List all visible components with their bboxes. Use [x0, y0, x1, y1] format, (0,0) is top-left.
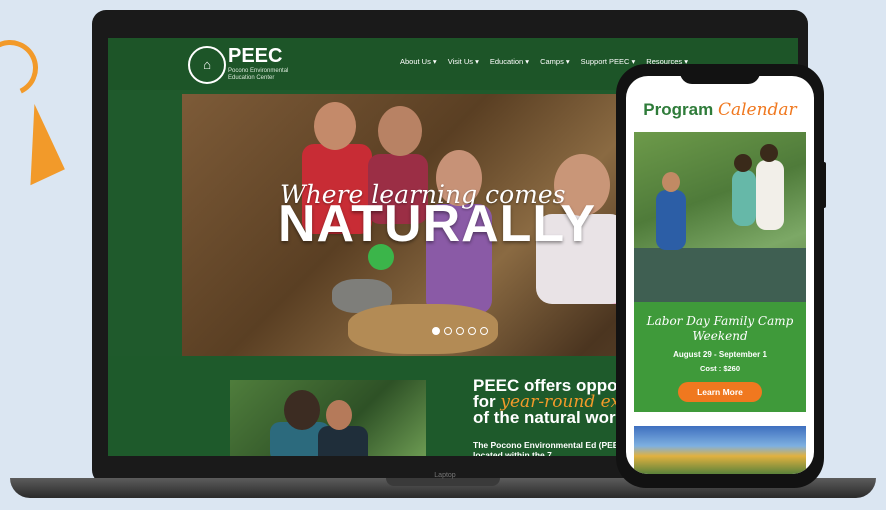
- hero-photo-kid: [378, 106, 422, 156]
- laptop-notch: [386, 478, 500, 486]
- slide-dot[interactable]: [480, 327, 488, 335]
- menu-about-us[interactable]: About Us ▾: [400, 57, 437, 66]
- event-title: Labor Day Family Camp Weekend: [646, 314, 794, 343]
- intro-photo: [230, 380, 426, 456]
- photo-stream: [634, 248, 806, 302]
- phone-notch: [680, 68, 760, 84]
- orange-ring-decoration: [0, 32, 46, 104]
- learn-more-button[interactable]: Learn More: [678, 382, 762, 402]
- slide-dot[interactable]: [432, 327, 440, 335]
- logo-icon[interactable]: ⌂: [188, 46, 226, 84]
- site-subtitle: Pocono Environmental Education Center: [228, 68, 289, 81]
- photo-person: [760, 144, 778, 162]
- event-cost: Cost : $260: [699, 364, 741, 373]
- site-title[interactable]: PEEC: [228, 45, 282, 68]
- event-dates: August 29 - September 1: [673, 350, 767, 359]
- orange-triangle-decoration: [0, 103, 65, 186]
- event-card: Labor Day Family Camp Weekend August 29 …: [634, 302, 806, 412]
- menu-camps[interactable]: Camps ▾: [540, 57, 570, 66]
- photo-person: [326, 400, 352, 430]
- slide-dot[interactable]: [468, 327, 476, 335]
- next-event-photo: [634, 426, 806, 474]
- slide-indicators: [432, 327, 488, 335]
- photo-person: [284, 390, 320, 430]
- menu-support-peec[interactable]: Support PEEC ▾: [581, 57, 636, 66]
- photo-person: [734, 154, 752, 172]
- menu-visit-us[interactable]: Visit Us ▾: [448, 57, 479, 66]
- calendar-title: Program Calendar: [643, 100, 797, 120]
- photo-person: [656, 190, 686, 250]
- photo-person: [732, 170, 756, 226]
- hero-tagline-big: NATURALLY: [278, 195, 597, 253]
- slide-dot[interactable]: [456, 327, 464, 335]
- laptop-brand: Laptop: [434, 472, 456, 479]
- hero-photo-kid: [314, 102, 356, 150]
- phone-screen: Program Calendar Labor Day Family Camp W…: [626, 76, 814, 474]
- slide-dot[interactable]: [444, 327, 452, 335]
- phone-side-button: [822, 162, 826, 208]
- photo-person: [318, 426, 368, 456]
- event-photo: [634, 132, 806, 302]
- photo-person: [662, 172, 680, 192]
- menu-education[interactable]: Education ▾: [490, 57, 529, 66]
- photo-person: [756, 160, 784, 230]
